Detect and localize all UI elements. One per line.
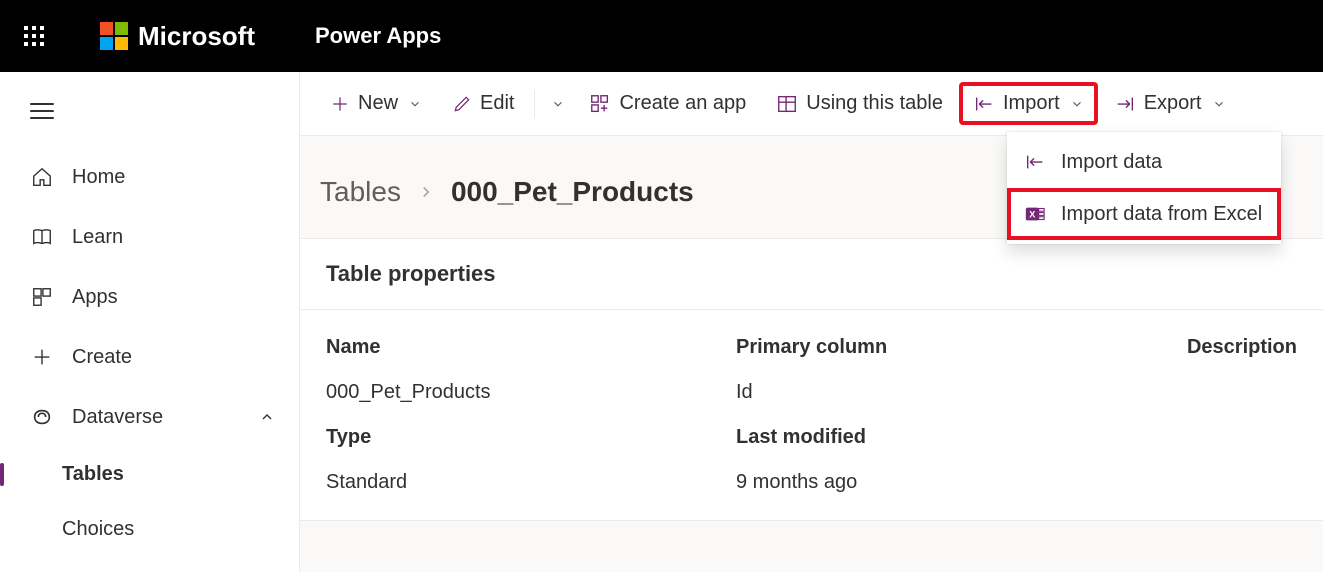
sidebar-label: Dataverse <box>72 406 163 429</box>
sidebar-item-dataverse[interactable]: Dataverse <box>0 387 299 447</box>
label-type: Type <box>326 426 736 449</box>
sidebar-label: Home <box>72 166 125 189</box>
value-primary-column: Id <box>736 381 1146 404</box>
plus-icon <box>30 345 54 369</box>
excel-icon: X <box>1023 202 1047 226</box>
home-icon <box>30 165 54 189</box>
table-icon <box>776 93 798 115</box>
export-icon <box>1114 93 1136 115</box>
sidebar-subitem-choices[interactable]: Choices <box>0 502 299 557</box>
dropdown-import-data[interactable]: Import data <box>1007 136 1281 188</box>
chevron-down-icon <box>408 97 422 111</box>
sidebar-item-apps[interactable]: Apps <box>0 267 299 327</box>
cmd-label: Edit <box>480 92 514 115</box>
sidebar: Home Learn Apps Create D <box>0 72 300 572</box>
chevron-down-icon <box>1212 97 1226 111</box>
table-properties-card: Table properties Name Primary column Des… <box>300 238 1323 521</box>
sidebar-item-learn[interactable]: Learn <box>0 207 299 267</box>
breadcrumb-parent[interactable]: Tables <box>320 176 401 208</box>
hamburger-button[interactable] <box>0 80 299 147</box>
sidebar-label: Create <box>72 346 132 369</box>
value-last-modified: 9 months ago <box>736 471 1146 494</box>
sidebar-label: Learn <box>72 226 123 249</box>
sidebar-label: Apps <box>72 286 118 309</box>
app-title: Power Apps <box>315 23 441 49</box>
label-name: Name <box>326 336 736 359</box>
microsoft-brand: Microsoft <box>100 21 255 52</box>
chevron-up-icon <box>259 409 275 425</box>
edit-icon <box>452 94 472 114</box>
chevron-down-icon <box>551 97 565 111</box>
create-app-button[interactable]: Create an app <box>577 84 758 123</box>
cmd-label: Create an app <box>619 92 746 115</box>
label-description: Description <box>1146 336 1297 359</box>
microsoft-logo-icon <box>100 22 128 50</box>
edit-split-button[interactable] <box>543 89 571 119</box>
export-button[interactable]: Export <box>1102 84 1238 123</box>
svg-text:X: X <box>1029 210 1036 220</box>
cmd-label: New <box>358 92 398 115</box>
sidebar-sub-label: Tables <box>62 463 124 485</box>
book-icon <box>30 225 54 249</box>
create-app-icon <box>589 93 611 115</box>
cmd-label: Export <box>1144 92 1202 115</box>
breadcrumb-current: 000_Pet_Products <box>451 176 694 208</box>
value-name: 000_Pet_Products <box>326 381 736 404</box>
card-title: Table properties <box>300 239 1323 310</box>
dropdown-import-excel[interactable]: X Import data from Excel <box>1007 188 1281 240</box>
cmd-label: Import <box>1003 92 1060 115</box>
sidebar-item-create[interactable]: Create <box>0 327 299 387</box>
separator <box>534 90 535 118</box>
command-bar: New Edit <box>300 72 1323 136</box>
import-dropdown: Import data X Import data from Excel <box>1007 132 1281 244</box>
import-icon <box>1023 150 1047 174</box>
using-table-button[interactable]: Using this table <box>764 84 955 123</box>
brand-text: Microsoft <box>138 21 255 52</box>
edit-button[interactable]: Edit <box>440 84 526 123</box>
cmd-label: Using this table <box>806 92 943 115</box>
sidebar-subitem-tables[interactable]: Tables <box>0 447 299 502</box>
label-primary-column: Primary column <box>736 336 1146 359</box>
sidebar-sub-label: Choices <box>62 518 134 540</box>
app-launcher-icon[interactable] <box>24 26 44 46</box>
dropdown-label: Import data from Excel <box>1061 203 1262 226</box>
new-button[interactable]: New <box>318 84 434 123</box>
plus-icon <box>330 94 350 114</box>
chevron-down-icon <box>1070 97 1084 111</box>
hamburger-icon <box>30 98 54 124</box>
import-icon <box>973 93 995 115</box>
dropdown-label: Import data <box>1061 151 1162 174</box>
sidebar-item-home[interactable]: Home <box>0 147 299 207</box>
value-type: Standard <box>326 471 736 494</box>
apps-icon <box>30 285 54 309</box>
chevron-right-icon <box>417 183 435 201</box>
import-button[interactable]: Import <box>961 84 1096 123</box>
label-last-modified: Last modified <box>736 426 1146 449</box>
main-content: New Edit <box>300 72 1323 572</box>
dataverse-icon <box>30 405 54 429</box>
